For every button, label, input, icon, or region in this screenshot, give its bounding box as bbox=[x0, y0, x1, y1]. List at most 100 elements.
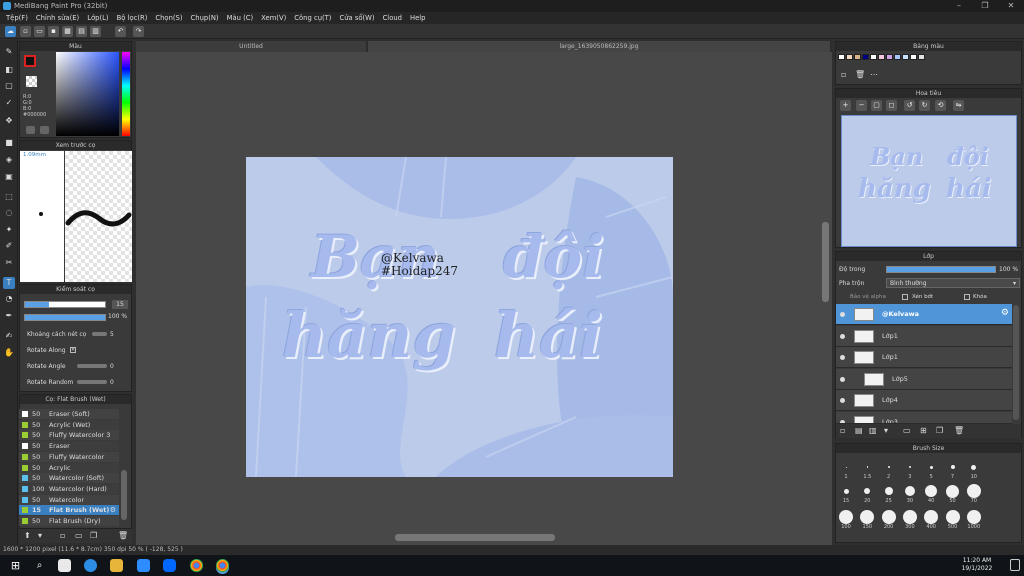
brush-list-item[interactable]: 100 Watercolor (Hard) bbox=[19, 483, 119, 494]
visibility-eye-icon[interactable] bbox=[840, 333, 845, 339]
duplicate-layer-icon[interactable]: ❐ bbox=[936, 426, 943, 435]
new-brush-icon[interactable]: ▫ bbox=[60, 531, 65, 540]
redo-icon[interactable]: ↷ bbox=[133, 26, 144, 37]
delete-color-icon[interactable]: 🗑 bbox=[855, 70, 865, 79]
brush-size-dot[interactable] bbox=[929, 465, 933, 469]
actual-size-icon[interactable]: ◻ bbox=[886, 100, 897, 111]
rotate-along-checkbox[interactable]: ✕ bbox=[70, 347, 76, 353]
layer-row[interactable]: Lớp1 bbox=[836, 325, 1012, 347]
flip-icon[interactable]: ⇋ bbox=[953, 100, 964, 111]
brush-list-item[interactable]: 50 Fluffy Watercolor 3 bbox=[19, 430, 119, 441]
foreground-color-swatch[interactable] bbox=[24, 55, 36, 67]
color-swatches[interactable] bbox=[838, 54, 938, 60]
meet-icon[interactable] bbox=[137, 559, 150, 572]
brush-size-slider[interactable] bbox=[24, 301, 106, 308]
brush-list-scrollbar[interactable] bbox=[121, 470, 127, 520]
menu-filter[interactable]: Bộ lọc(R) bbox=[113, 14, 152, 22]
brush-size-dot[interactable] bbox=[884, 487, 893, 495]
layer-row[interactable]: Lớp1 bbox=[836, 347, 1012, 368]
brush-size-dot[interactable] bbox=[881, 510, 896, 524]
horizontal-scrollbar[interactable] bbox=[395, 534, 555, 541]
color-swatch[interactable] bbox=[886, 54, 893, 60]
snap-icon[interactable]: ▥ bbox=[90, 26, 101, 37]
color-swatch[interactable] bbox=[862, 54, 869, 60]
brush-size-dot[interactable] bbox=[966, 510, 981, 524]
add-color-icon[interactable]: ▫ bbox=[841, 70, 846, 79]
text-tool-icon[interactable]: T bbox=[3, 277, 15, 289]
windows-start-icon[interactable]: ⊞ bbox=[9, 559, 22, 572]
brush-opacity-slider[interactable] bbox=[24, 314, 106, 321]
menu-tools[interactable]: Công cụ(T) bbox=[290, 14, 335, 22]
brush-size-dot[interactable] bbox=[843, 488, 849, 494]
layer-scrollbar[interactable] bbox=[1013, 305, 1019, 420]
background-color-swatch[interactable] bbox=[26, 76, 37, 87]
select-tool-icon[interactable]: ⬚ bbox=[3, 191, 15, 203]
brush-size-dot[interactable] bbox=[839, 510, 853, 524]
menu-color[interactable]: Màu (C) bbox=[223, 14, 258, 22]
protect-alpha-label[interactable]: Bảo vệ alpha bbox=[850, 294, 886, 300]
brush-size-dot[interactable] bbox=[866, 466, 869, 468]
dot-tool-icon[interactable]: ▢ bbox=[3, 80, 15, 92]
tab-untitled[interactable]: Untitled bbox=[136, 41, 366, 52]
new-layer-icon[interactable]: ▫ bbox=[840, 426, 845, 435]
lasso-tool-icon[interactable]: ◌ bbox=[3, 207, 15, 219]
tab-large-image[interactable]: large_1639050862259.jpg bbox=[368, 41, 830, 52]
brush-size-dot[interactable] bbox=[950, 465, 955, 469]
visibility-eye-icon[interactable] bbox=[840, 376, 845, 382]
minimize-button[interactable]: – bbox=[946, 0, 972, 12]
brush-tool-icon[interactable]: ✎ bbox=[3, 46, 15, 58]
edge-icon[interactable] bbox=[84, 559, 97, 572]
artwork-canvas[interactable]: Bạn đội hăng hái @Kelvawa #Hoidap247 bbox=[246, 157, 673, 477]
color-mode-icon[interactable] bbox=[26, 126, 35, 134]
color-swatch[interactable] bbox=[894, 54, 901, 60]
fill-rect-tool-icon[interactable]: ■ bbox=[3, 137, 15, 149]
file-explorer-icon[interactable] bbox=[110, 559, 123, 572]
hand-tool-icon[interactable]: ✋ bbox=[3, 347, 15, 359]
eraser-tool-icon[interactable]: ◧ bbox=[3, 64, 15, 76]
chrome-active-icon[interactable] bbox=[216, 559, 229, 572]
visibility-eye-icon[interactable] bbox=[840, 398, 845, 403]
undo-icon[interactable]: ↶ bbox=[115, 26, 126, 37]
blend-mode-select[interactable]: Bình thường ▾ bbox=[886, 278, 1020, 288]
brush-size-dot[interactable] bbox=[904, 486, 915, 496]
bucket-tool-icon[interactable]: ◈ bbox=[3, 154, 15, 166]
cloud-icon[interactable]: ☁ bbox=[5, 26, 16, 37]
menu-snap[interactable]: Chụp(N) bbox=[187, 14, 223, 22]
gradient-tool-icon[interactable]: ▣ bbox=[3, 171, 15, 183]
comment-icon[interactable]: ▭ bbox=[34, 26, 45, 37]
visibility-eye-icon[interactable] bbox=[840, 355, 845, 360]
move-tool-icon[interactable]: ✥ bbox=[3, 115, 15, 127]
save-icon[interactable]: ▪ bbox=[48, 26, 59, 37]
brush-list-item[interactable]: 50 Watercolor (Soft) bbox=[19, 473, 119, 484]
folder-icon[interactable]: ▭ bbox=[75, 531, 83, 540]
rotate-angle-slider[interactable] bbox=[77, 364, 107, 368]
store-icon[interactable] bbox=[58, 559, 71, 572]
color-swatch[interactable] bbox=[902, 54, 909, 60]
brush-size-dot[interactable] bbox=[845, 466, 847, 468]
zalo-icon[interactable] bbox=[163, 559, 176, 572]
brush-menu-icon[interactable]: ▾ bbox=[38, 531, 42, 540]
operation-tool-icon[interactable]: ◔ bbox=[3, 293, 15, 305]
layer-menu-icon[interactable]: ▾ bbox=[884, 426, 888, 435]
grid-icon[interactable]: ▤ bbox=[76, 26, 87, 37]
color-swatch[interactable] bbox=[878, 54, 885, 60]
brush-list-item[interactable]: 50 Eraser bbox=[19, 441, 119, 452]
vertical-scrollbar[interactable] bbox=[822, 222, 829, 302]
close-button[interactable]: ✕ bbox=[998, 0, 1024, 12]
new-8bit-layer-icon[interactable]: ▥ bbox=[869, 426, 877, 435]
color-swatch[interactable] bbox=[838, 54, 845, 60]
layer-row[interactable]: Lớp4 bbox=[836, 390, 1012, 411]
brush-list-item[interactable]: 50 Watercolor bbox=[19, 494, 119, 505]
add-brush-icon[interactable]: ⬆ bbox=[24, 531, 31, 540]
color-swatch[interactable] bbox=[918, 54, 925, 60]
reset-rotation-icon[interactable]: ⟲ bbox=[935, 100, 946, 111]
brush-size-dot[interactable] bbox=[902, 510, 917, 524]
brush-list-item[interactable]: 50 Acrylic bbox=[19, 462, 119, 473]
layer-folder-icon[interactable]: ▭ bbox=[903, 426, 911, 435]
clipping-checkbox[interactable] bbox=[902, 294, 908, 300]
rotate-random-slider[interactable] bbox=[77, 380, 107, 384]
brush-size-dot[interactable] bbox=[887, 466, 890, 468]
brush-size-value[interactable]: 15 bbox=[112, 300, 128, 309]
layer-row[interactable]: Lớp5 bbox=[836, 368, 1012, 390]
menu-cloud[interactable]: Cloud bbox=[379, 14, 406, 22]
